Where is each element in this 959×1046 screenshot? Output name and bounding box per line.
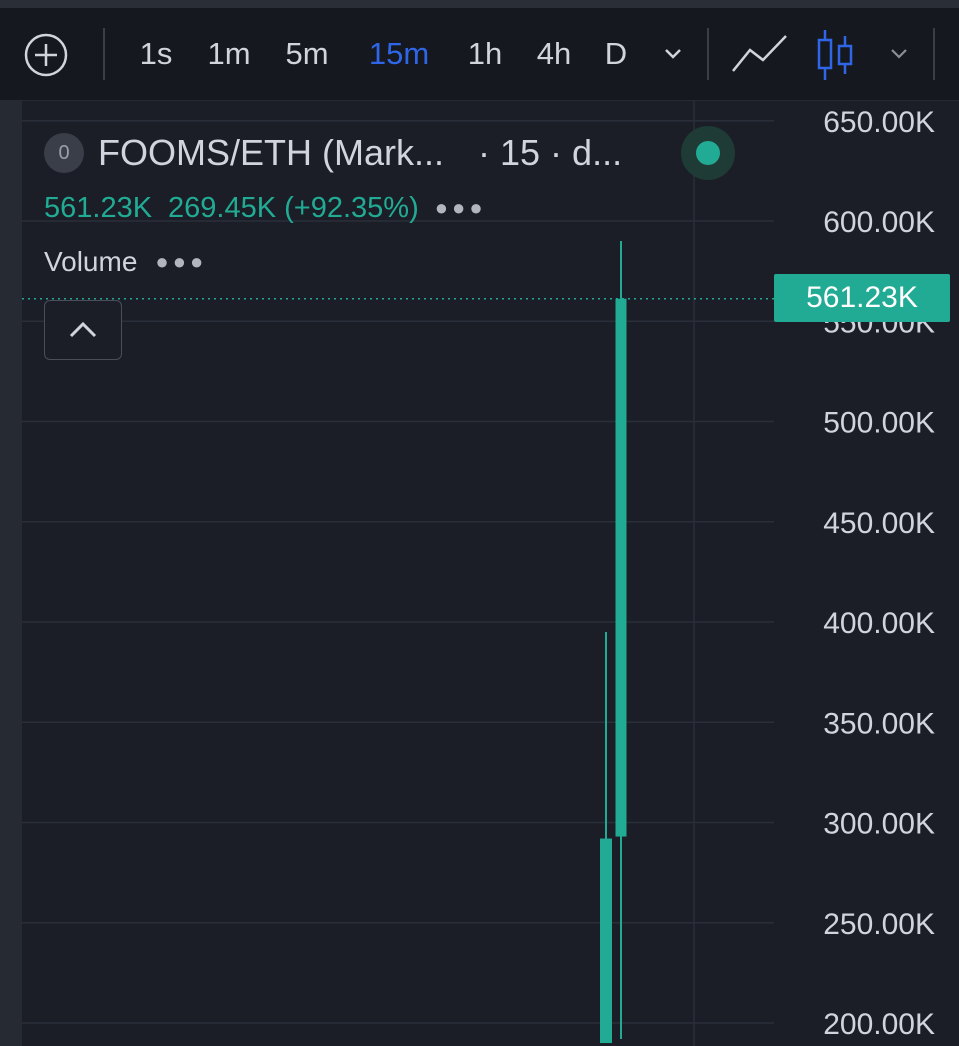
line-chart-icon: [732, 35, 787, 72]
y-tick-label: 250.00K: [823, 908, 935, 941]
candle-body[interactable]: [615, 298, 627, 837]
y-tick-label: 600.00K: [823, 206, 935, 239]
toolbar-divider: [933, 28, 935, 80]
interval-4h[interactable]: 4h: [527, 8, 581, 100]
y-tick-label: 650.00K: [823, 106, 935, 139]
y-tick-label: 500.00K: [823, 407, 935, 440]
y-tick-label: 450.00K: [823, 507, 935, 540]
top-strip: [0, 0, 959, 8]
symbol-interval: · 15 · d...: [478, 132, 623, 173]
plus-circle-icon: [24, 33, 68, 77]
candles-chart-button[interactable]: [812, 8, 858, 100]
last-price-label: 561.23K: [774, 274, 950, 322]
chart-type-dropdown-button[interactable]: [884, 8, 914, 100]
legend-close-value: 561.23K: [44, 191, 153, 224]
line-chart-button[interactable]: [728, 8, 790, 100]
chevron-down-icon: [665, 49, 681, 59]
candlestick-icon: [817, 30, 853, 80]
left-panel-strip: [0, 101, 22, 1046]
volume-legend[interactable]: Volume ●●●: [44, 244, 207, 280]
legend-values: 561.23K 269.45K (+92.35%) ●●●: [44, 190, 503, 226]
interval-dropdown-button[interactable]: [656, 8, 690, 100]
chevron-down-icon: [891, 49, 907, 59]
symbol-legend[interactable]: 0 FOOMS/ETH (Mark... · 15 · d...: [44, 128, 622, 178]
interval-1h[interactable]: 1h: [458, 8, 512, 100]
price-chart[interactable]: 650.00K600.00K550.00K500.00K450.00K400.0…: [22, 101, 959, 1046]
legend-change-value: 269.45K (+92.35%): [168, 191, 419, 224]
collapse-legend-button[interactable]: [44, 300, 122, 360]
candle-body[interactable]: [600, 838, 612, 1044]
toolbar-divider: [707, 28, 709, 80]
interval-5m[interactable]: 5m: [275, 8, 339, 100]
symbol-badge: 0: [44, 133, 84, 173]
live-status-dot-icon: [696, 141, 720, 165]
y-tick-label: 400.00K: [823, 607, 935, 640]
interval-d[interactable]: D: [597, 8, 635, 100]
interval-15m[interactable]: 15m: [358, 8, 440, 100]
toolbar-divider: [103, 28, 105, 80]
chart-area[interactable]: 650.00K 600.00K 550.00K 500.00K 450.00K 400.0…: [22, 101, 959, 1046]
interval-1m[interactable]: 1m: [198, 8, 260, 100]
more-dots-icon[interactable]: ●●●: [435, 195, 487, 221]
more-dots-icon[interactable]: ●●●: [155, 249, 207, 275]
y-tick-label: 300.00K: [823, 808, 935, 841]
add-indicator-button[interactable]: [20, 8, 72, 100]
symbol-name: FOOMS/ETH (Mark...: [98, 132, 444, 173]
volume-label: Volume: [44, 246, 138, 277]
interval-1s[interactable]: 1s: [130, 8, 182, 100]
chevron-up-icon: [69, 321, 97, 338]
y-tick-label: 350.00K: [823, 707, 935, 740]
live-status-indicator: [681, 126, 735, 180]
chart-toolbar: 1s 1m 5m 15m 1h 4h D: [0, 8, 959, 101]
y-tick-label: 200.00K: [823, 1008, 935, 1041]
